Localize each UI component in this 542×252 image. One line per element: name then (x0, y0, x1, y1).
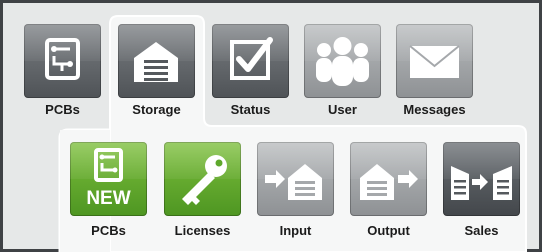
warehouse-icon (118, 24, 195, 98)
tab-user[interactable]: User (298, 16, 387, 124)
subtab-licenses[interactable]: Licenses (158, 140, 247, 246)
tab-messages[interactable]: Messages (390, 16, 479, 124)
sales-icon (443, 142, 520, 216)
pcb-icon (24, 24, 101, 98)
checkmark-icon (212, 24, 289, 98)
envelope-icon (396, 24, 473, 98)
tab-label: User (328, 102, 357, 117)
tab-label: Licenses (174, 223, 231, 238)
tab-storage[interactable]: Storage (112, 16, 201, 124)
tab-label: Input (279, 223, 312, 238)
warehouse-input-icon (257, 142, 334, 216)
tab-label: Status (230, 102, 271, 117)
tab-label: Sales (464, 223, 499, 238)
subtab-output[interactable]: Output (344, 140, 433, 246)
users-icon (304, 24, 381, 98)
subtab-new-pcbs[interactable]: NEW PCBs (64, 140, 153, 246)
key-icon (164, 142, 241, 216)
subtab-sales[interactable]: Sales (437, 140, 526, 246)
tab-status[interactable]: Status (206, 16, 295, 124)
tab-label: Messages (403, 102, 466, 117)
subtab-input[interactable]: Input (251, 140, 340, 246)
tab-pcbs[interactable]: PCBs (18, 16, 107, 124)
new-badge: NEW (86, 188, 130, 209)
new-pcb-icon: NEW (70, 142, 147, 216)
tab-label: PCBs (91, 223, 126, 238)
tab-label: Output (367, 223, 410, 238)
tab-label: PCBs (45, 102, 80, 117)
tab-label: Storage (132, 102, 181, 117)
warehouse-output-icon (350, 142, 427, 216)
